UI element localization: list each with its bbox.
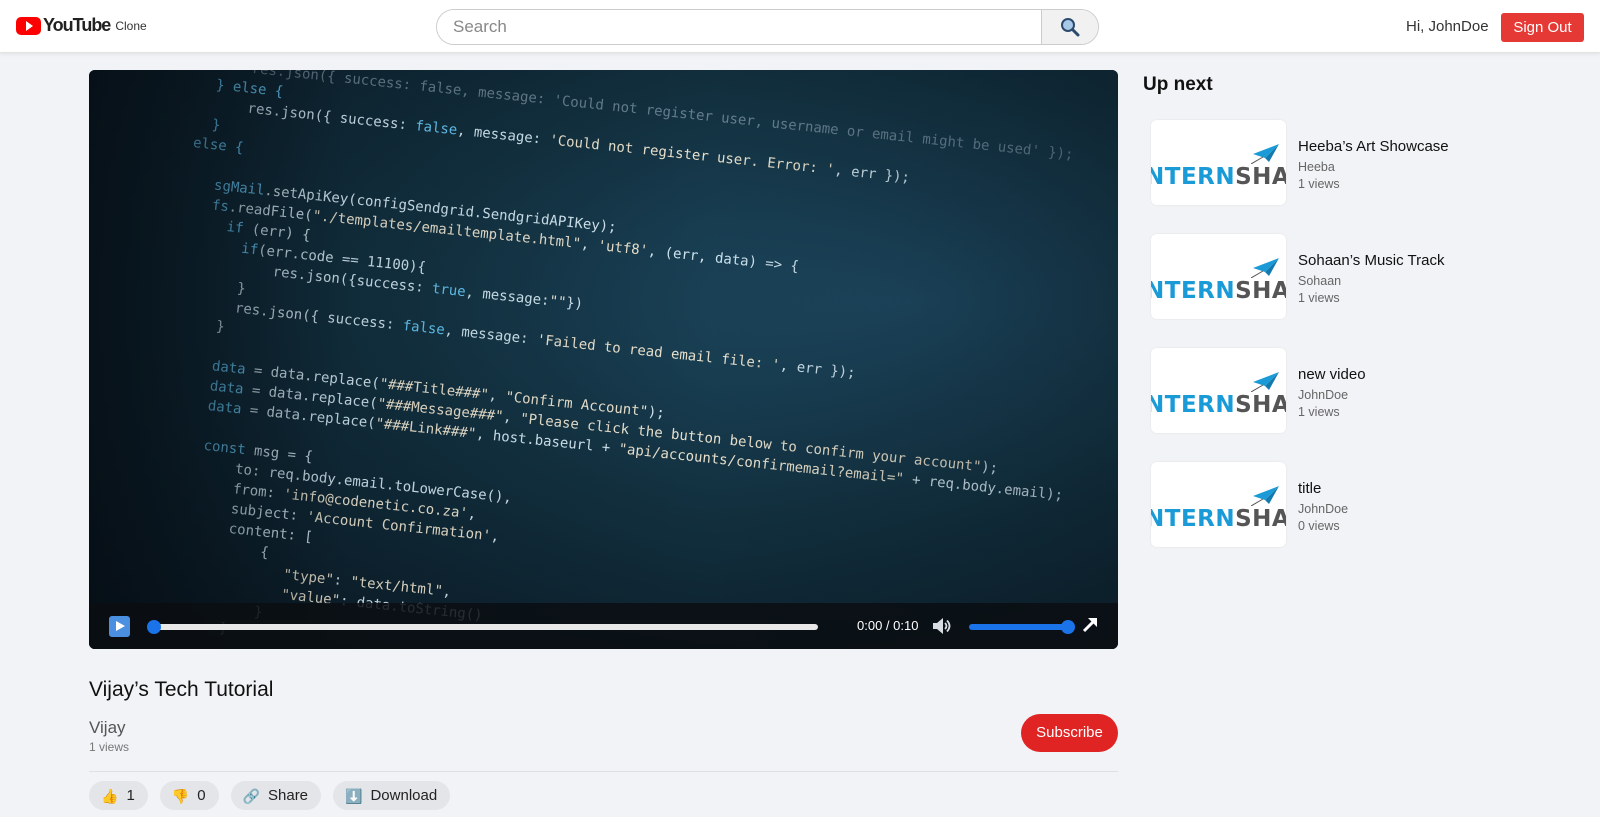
user-greeting: Hi, JohnDoe [1406,18,1489,35]
up-next-heading: Up next [1143,74,1213,95]
video-player[interactable]: res.json({ success: false, message: 'Cou… [89,70,1118,649]
download-button[interactable]: ⬇️ Download [333,781,451,810]
sign-out-button[interactable]: Sign Out [1501,13,1584,42]
logo-text: YouTube [43,15,111,35]
share-button[interactable]: 🔗 Share [230,781,322,810]
thumbnail-brand: NTERNSHAL [1151,164,1286,190]
thumbnail-brand: NTERNSHAL [1151,392,1286,418]
recommended-channel: Heeba [1298,160,1335,174]
video-title: Vijay’s Tech Tutorial [89,678,274,701]
view-count: 1 views [89,740,130,754]
progress-knob[interactable] [147,620,161,634]
thumbnail-brand: NTERNSHAL [1151,278,1286,304]
youtube-play-icon [16,16,41,35]
volume-slider[interactable] [969,620,1075,634]
recommended-views: 0 views [1298,519,1340,533]
divider [89,771,1118,772]
recommended-video-3[interactable]: NTERNSHAL new video JohnDoe 1 views [1151,348,1591,433]
progress-bar[interactable] [147,620,818,634]
paper-plane-icon [1251,144,1279,164]
video-thumbnail[interactable]: NTERNSHAL [1151,462,1286,547]
search-icon [1061,18,1080,37]
dislike-count: 0 [197,787,206,804]
volume-knob[interactable] [1061,620,1075,634]
recommended-channel: JohnDoe [1298,502,1349,516]
video-thumbnail[interactable]: NTERNSHAL [1151,234,1286,319]
recommended-title[interactable]: Sohaan’s Music Track [1298,252,1444,269]
video-vignette [89,70,1118,649]
thumbs-down-icon: 👎 [171,787,190,804]
recommended-title[interactable]: Heeba’s Art Showcase [1298,138,1449,155]
download-icon: ⬇️ [345,787,363,804]
like-button[interactable]: 👍 1 [89,781,148,810]
video-thumbnail[interactable]: NTERNSHAL [1151,120,1286,205]
logo-suffix: Clone [115,18,147,33]
paper-plane-icon [1251,258,1279,278]
search-input[interactable] [437,10,1041,44]
player-controls: 0:00 / 0:10 [89,603,1118,649]
action-bar: 👍 1 👎 0 🔗 Share ⬇️ Download [89,781,451,810]
recommended-channel: JohnDoe [1298,388,1349,402]
paper-plane-icon [1251,372,1279,392]
paper-plane-icon [1251,486,1279,506]
fullscreen-icon[interactable] [1081,616,1099,634]
search-button[interactable] [1041,10,1098,44]
youtube-logo[interactable]: YouTube Clone [16,15,147,36]
recommended-title[interactable]: new video [1298,366,1366,383]
search-bar [436,9,1099,45]
recommended-channel: Sohaan [1298,274,1342,288]
top-header: YouTube Clone Hi, JohnDoe Sign Out [0,0,1600,53]
like-count: 1 [126,787,135,804]
recommended-views: 1 views [1298,405,1340,419]
download-label: Download [370,787,438,804]
recommended-video-2[interactable]: NTERNSHAL Sohaan’s Music Track Sohaan 1 … [1151,234,1591,319]
time-display: 0:00 / 0:10 [857,618,919,633]
play-button[interactable] [109,616,130,637]
volume-icon[interactable] [932,617,952,635]
share-label: Share [268,787,309,804]
thumbs-up-icon: 👍 [101,787,119,804]
thumbnail-brand: NTERNSHAL [1151,506,1286,532]
dislike-button[interactable]: 👎 0 [159,781,219,810]
recommended-views: 1 views [1298,291,1340,305]
channel-name[interactable]: Vijay [89,718,126,738]
subscribe-button[interactable]: Subscribe [1021,714,1118,752]
link-icon: 🔗 [242,787,260,804]
recommended-video-4[interactable]: NTERNSHAL title JohnDoe 0 views [1151,462,1591,547]
recommended-video-1[interactable]: NTERNSHAL Heeba’s Art Showcase Heeba 1 v… [1151,120,1591,205]
recommended-views: 1 views [1298,177,1340,191]
video-thumbnail[interactable]: NTERNSHAL [1151,348,1286,433]
recommended-title[interactable]: title [1298,480,1321,497]
